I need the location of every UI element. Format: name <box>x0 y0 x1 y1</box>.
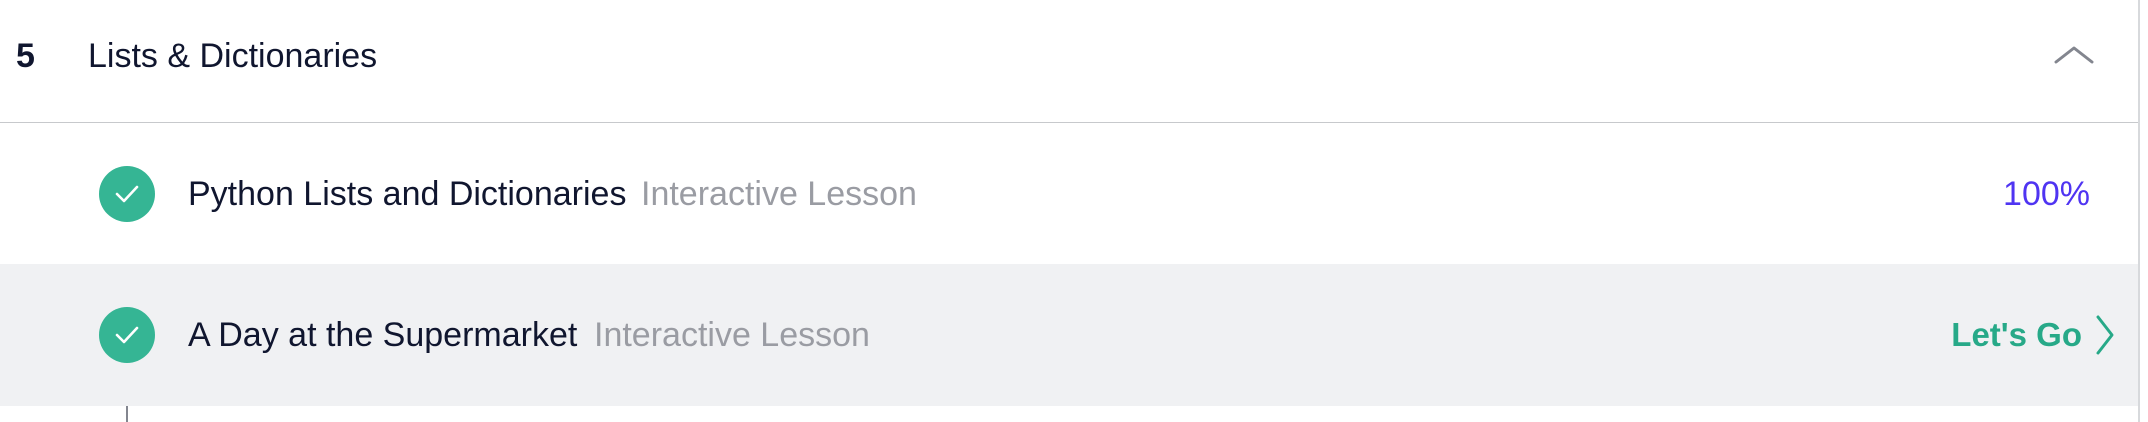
checkmark-icon <box>99 166 155 222</box>
chevron-up-icon[interactable] <box>2046 34 2102 78</box>
lesson-title[interactable]: A Day at the Supermarket <box>188 314 577 356</box>
section-header[interactable]: 5 Lists & Dictionaries <box>0 0 2138 124</box>
lesson-type: Interactive Lesson <box>641 175 917 213</box>
course-syllabus-page: 5 Lists & Dictionaries Python Lists and … <box>0 0 2148 422</box>
section-number: 5 <box>16 37 35 75</box>
lesson-progress: 100% <box>2003 175 2090 213</box>
lesson-row[interactable]: A Day at the Supermarket Interactive Les… <box>0 264 2138 406</box>
lets-go-button[interactable]: Let's Go <box>1951 311 2116 359</box>
section-panel: 5 Lists & Dictionaries Python Lists and … <box>0 0 2140 422</box>
lesson-row[interactable]: Python Lists and Dictionaries Interactiv… <box>0 123 2138 265</box>
section-title: Lists & Dictionaries <box>88 37 378 75</box>
lesson-type: Interactive Lesson <box>594 316 870 354</box>
lesson-title[interactable]: Python Lists and Dictionaries <box>188 173 626 215</box>
chevron-right-icon <box>2092 311 2116 359</box>
checkmark-icon <box>99 307 155 363</box>
lets-go-label: Let's Go <box>1951 316 2082 353</box>
